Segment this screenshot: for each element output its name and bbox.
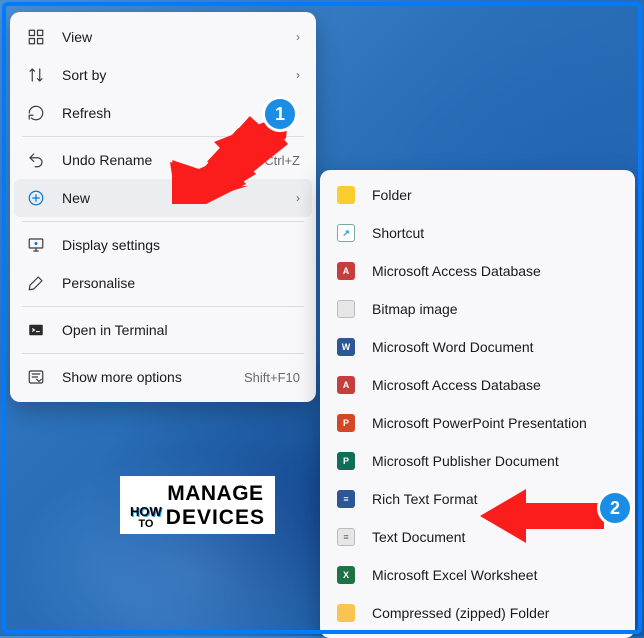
menu-item-label: View (62, 29, 290, 45)
file-type-icon: P (336, 451, 356, 471)
new-icon (26, 188, 46, 208)
menu-item-label: Open in Terminal (62, 322, 300, 338)
menu-separator (22, 221, 304, 222)
logo-text: TO (130, 518, 162, 530)
terminal-icon (26, 320, 46, 340)
new-submenu: Folder ↗ Shortcut A Microsoft Access Databas… (320, 170, 635, 638)
submenu-item-compressed-zipped-folder[interactable]: Compressed (zipped) Folder (324, 594, 631, 632)
submenu-item-microsoft-excel-worksheet[interactable]: X Microsoft Excel Worksheet (324, 556, 631, 594)
submenu-item-label: Microsoft Word Document (372, 339, 619, 355)
menu-item-label: Show more options (62, 369, 244, 385)
submenu-item-label: Microsoft Access Database (372, 377, 619, 393)
display-icon (26, 235, 46, 255)
menu-item-show-more-options[interactable]: Show more optionsShift+F10 (14, 358, 312, 396)
submenu-item-microsoft-word-document[interactable]: W Microsoft Word Document (324, 328, 631, 366)
logo-text: HOW (130, 505, 162, 518)
menu-separator (22, 306, 304, 307)
chevron-right-icon: › (296, 30, 300, 44)
submenu-item-bitmap-image[interactable]: Bitmap image (324, 290, 631, 328)
grid-icon (26, 27, 46, 47)
menu-item-shortcut: Shift+F10 (244, 370, 300, 385)
submenu-item-folder[interactable]: Folder (324, 176, 631, 214)
file-type-icon (336, 603, 356, 623)
submenu-item-shortcut[interactable]: ↗ Shortcut (324, 214, 631, 252)
file-type-icon: X (336, 565, 356, 585)
logo-text: MANAGE (166, 482, 265, 506)
file-type-icon (336, 185, 356, 205)
menu-separator (22, 353, 304, 354)
logo-text: DEVICES (166, 506, 265, 530)
file-type-icon: ≡ (336, 489, 356, 509)
chevron-right-icon: › (296, 68, 300, 82)
sort-icon (26, 65, 46, 85)
submenu-item-microsoft-powerpoint-presentation[interactable]: P Microsoft PowerPoint Presentation (324, 404, 631, 442)
menu-item-label: Display settings (62, 237, 300, 253)
annotation-step-number: 2 (610, 498, 620, 519)
file-type-icon: A (336, 261, 356, 281)
more-icon (26, 367, 46, 387)
menu-item-open-in-terminal[interactable]: Open in Terminal (14, 311, 312, 349)
submenu-item-label: Bitmap image (372, 301, 619, 317)
watermark-logo: HOW TO MANAGE DEVICES (120, 476, 275, 534)
submenu-item-microsoft-access-database[interactable]: A Microsoft Access Database (324, 252, 631, 290)
menu-item-label: Personalise (62, 275, 300, 291)
file-type-icon: ↗ (336, 223, 356, 243)
submenu-item-label: Microsoft Excel Worksheet (372, 567, 619, 583)
submenu-item-microsoft-access-database[interactable]: A Microsoft Access Database (324, 366, 631, 404)
chevron-right-icon: › (296, 191, 300, 205)
submenu-item-label: Microsoft PowerPoint Presentation (372, 415, 619, 431)
submenu-item-label: Folder (372, 187, 619, 203)
desktop-context-menu: View›Sort by›RefreshUndo RenameCtrl+ZNew… (10, 12, 316, 402)
annotation-arrow-2 (478, 485, 608, 545)
menu-item-sort-by[interactable]: Sort by › (14, 56, 312, 94)
file-type-icon (336, 299, 356, 319)
menu-item-personalise[interactable]: Personalise (14, 264, 312, 302)
annotation-step-badge-1: 1 (262, 96, 298, 132)
menu-item-label: Sort by (62, 67, 290, 83)
file-type-icon: A (336, 375, 356, 395)
submenu-item-microsoft-publisher-document[interactable]: P Microsoft Publisher Document (324, 442, 631, 480)
submenu-item-label: Microsoft Access Database (372, 263, 619, 279)
file-type-icon: P (336, 413, 356, 433)
annotation-step-number: 1 (275, 104, 285, 125)
submenu-item-label: Shortcut (372, 225, 619, 241)
submenu-item-label: Microsoft Publisher Document (372, 453, 619, 469)
menu-item-view[interactable]: View › (14, 18, 312, 56)
refresh-icon (26, 103, 46, 123)
brush-icon (26, 273, 46, 293)
undo-icon (26, 150, 46, 170)
submenu-item-label: Compressed (zipped) Folder (372, 605, 619, 621)
file-type-icon: W (336, 337, 356, 357)
annotation-step-badge-2: 2 (597, 490, 633, 526)
menu-item-display-settings[interactable]: Display settings (14, 226, 312, 264)
file-type-icon: ≡ (336, 527, 356, 547)
